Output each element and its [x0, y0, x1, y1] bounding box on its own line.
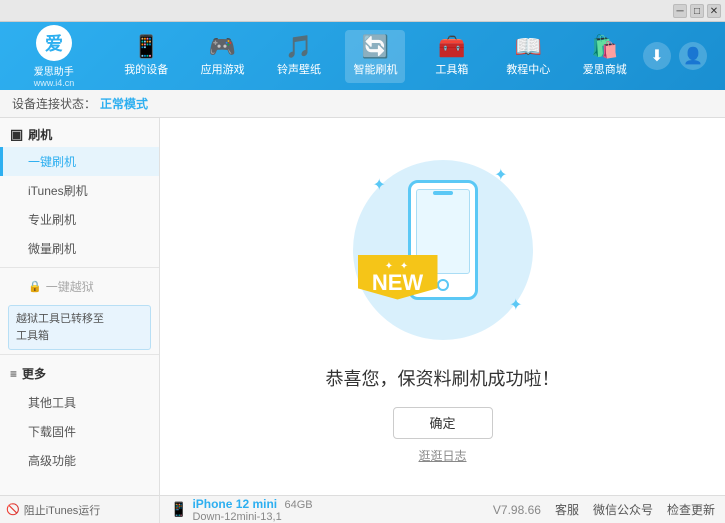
nav-apps-games[interactable]: 🎮 应用游戏 [193, 30, 253, 83]
sidebar-section-flash: ▣ 刷机 [0, 118, 159, 147]
confirm-button[interactable]: 确定 [393, 407, 493, 439]
lock-icon: 🔒 [28, 280, 42, 293]
smart-flash-icon: 🔄 [362, 36, 389, 58]
nav-smart-flash[interactable]: 🔄 智能刷机 [345, 30, 405, 83]
sidebar-item-micro-flash[interactable]: 微量刷机 [0, 234, 159, 263]
check-update-link[interactable]: 检查更新 [667, 501, 715, 518]
nav-my-device[interactable]: 📱 我的设备 [116, 30, 176, 83]
sparkle-icon-1: ✦ [373, 175, 386, 195]
browse-link[interactable]: 逛逛日志 [418, 447, 466, 464]
close-button[interactable]: ✕ [707, 4, 721, 18]
phone-icon: 📱 [170, 501, 187, 518]
jailbreak-notice: 越狱工具已转移至工具箱 [8, 305, 151, 350]
header: 爱 爱思助手 www.i4.cn 📱 我的设备 🎮 应用游戏 🎵 铃声壁纸 🔄 … [0, 22, 725, 90]
sidebar-item-pro-flash[interactable]: 专业刷机 [0, 205, 159, 234]
title-bar: ─ □ ✕ [0, 0, 725, 22]
phone-illustration: ✦ ✦ ✦ ✦ ✦ NEW [343, 150, 543, 350]
logo-icon: 爱 [36, 25, 72, 61]
maximize-button[interactable]: □ [690, 4, 704, 18]
header-right: ⬇ 👤 [643, 42, 715, 70]
itunes-status-bar: 🚫 阻止iTunes运行 [0, 495, 160, 523]
content-area: ✦ ✦ ✦ ✦ ✦ NEW 恭喜您，保资料刷机成功啦！ [160, 118, 725, 495]
nav-fan-store[interactable]: 🛍️ 爱思商城 [575, 30, 635, 83]
tutorials-icon: 📖 [515, 36, 542, 58]
apps-games-icon: 🎮 [209, 36, 236, 58]
ribbon-shape: ✦ ✦ NEW [358, 255, 438, 300]
download-button[interactable]: ⬇ [643, 42, 671, 70]
toolbox-icon: 🧰 [438, 36, 465, 58]
app-window: ─ □ ✕ 爱 爱思助手 www.i4.cn 📱 我的设备 🎮 应用游戏 🎵 铃… [0, 0, 725, 523]
new-ribbon: ✦ ✦ NEW [358, 255, 438, 305]
nav-bar: 📱 我的设备 🎮 应用游戏 🎵 铃声壁纸 🔄 智能刷机 🧰 工具箱 📖 [108, 30, 643, 83]
fan-store-icon: 🛍️ [591, 36, 618, 58]
logo-area: 爱 爱思助手 www.i4.cn [10, 25, 98, 88]
more-section-icon: ≡ [10, 367, 17, 381]
sidebar-item-download-firmware[interactable]: 下载固件 [0, 417, 159, 446]
main-area: ▣ 刷机 一键刷机 iTunes刷机 专业刷机 微量刷机 🔒 一键越狱 [0, 118, 725, 495]
sidebar: ▣ 刷机 一键刷机 iTunes刷机 专业刷机 微量刷机 🔒 一键越狱 [0, 118, 160, 495]
itunes-icon: 🚫 [6, 503, 20, 516]
ringtones-icon: 🎵 [285, 36, 312, 58]
phone-speaker [433, 191, 453, 195]
status-bar: 设备连接状态： 正常模式 [0, 90, 725, 118]
sidebar-divider-1 [0, 267, 159, 268]
logo-title: 爱思助手 www.i4.cn [34, 63, 75, 88]
success-message: 恭喜您，保资料刷机成功啦！ [326, 365, 560, 391]
phone-home-button [437, 279, 449, 291]
nav-toolbox[interactable]: 🧰 工具箱 [422, 30, 482, 83]
wechat-public-link[interactable]: 微信公众号 [593, 501, 653, 518]
nav-tutorials[interactable]: 📖 教程中心 [498, 30, 558, 83]
sidebar-section-more: ≡ 更多 [0, 359, 159, 388]
bottom-right-panel: V7.98.66 客服 微信公众号 检查更新 [483, 496, 725, 523]
minimize-button[interactable]: ─ [673, 4, 687, 18]
device-details: iPhone 12 mini 64GB Down-12mini-13,1 [192, 497, 312, 523]
sidebar-item-one-click-flash[interactable]: 一键刷机 [0, 147, 159, 176]
sidebar-item-itunes-flash[interactable]: iTunes刷机 [0, 176, 159, 205]
customer-service-link[interactable]: 客服 [555, 501, 579, 518]
sidebar-item-other-tools[interactable]: 其他工具 [0, 388, 159, 417]
account-button[interactable]: 👤 [679, 42, 707, 70]
sparkle-icon-2: ✦ [494, 165, 507, 185]
sidebar-divider-2 [0, 354, 159, 355]
sidebar-item-advanced[interactable]: 高级功能 [0, 446, 159, 475]
nav-ringtones[interactable]: 🎵 铃声壁纸 [269, 30, 329, 83]
my-device-icon: 📱 [133, 36, 160, 58]
sidebar-section-jailbreak: 🔒 一键越狱 [0, 272, 159, 301]
bottom-device-info: 📱 iPhone 12 mini 64GB Down-12mini-13,1 [160, 496, 483, 523]
flash-section-icon: ▣ [10, 126, 23, 143]
sparkle-icon-3: ✦ [509, 295, 522, 315]
